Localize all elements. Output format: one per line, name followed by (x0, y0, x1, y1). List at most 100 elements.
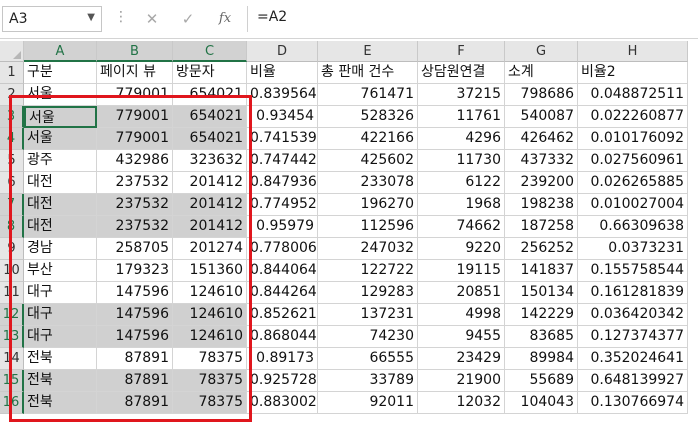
select-all-corner[interactable] (0, 41, 24, 62)
cell-e3[interactable]: 528326 (318, 106, 418, 128)
cell-h11[interactable]: 0.161281839 (578, 282, 688, 304)
cell-g6[interactable]: 239200 (505, 172, 578, 194)
cell-c15[interactable]: 78375 (173, 370, 247, 392)
row-header-1[interactable]: 1 (0, 62, 24, 84)
cell-e14[interactable]: 66555 (318, 348, 418, 370)
row-header-15[interactable]: 15 (0, 370, 24, 392)
header-cell-h[interactable]: 비율2 (578, 62, 688, 84)
cell-f6[interactable]: 6122 (418, 172, 505, 194)
cell-b16[interactable]: 87891 (97, 392, 173, 414)
cell-g14[interactable]: 89984 (505, 348, 578, 370)
row-header-8[interactable]: 8 (0, 216, 24, 238)
cell-d9[interactable]: 0.778006 (247, 238, 318, 260)
cell-b10[interactable]: 179323 (97, 260, 173, 282)
cell-g3[interactable]: 540087 (505, 106, 578, 128)
cell-d8[interactable]: 0.95979 (247, 216, 318, 238)
cell-a6[interactable]: 대전 (24, 172, 97, 194)
row-header-3[interactable]: 3 (0, 106, 24, 128)
cell-h10[interactable]: 0.155758544 (578, 260, 688, 282)
cell-c10[interactable]: 151360 (173, 260, 247, 282)
row-header-6[interactable]: 6 (0, 172, 24, 194)
cell-c14[interactable]: 78375 (173, 348, 247, 370)
cell-b9[interactable]: 258705 (97, 238, 173, 260)
cell-h2[interactable]: 0.048872511 (578, 84, 688, 106)
cell-d2[interactable]: 0.839564 (247, 84, 318, 106)
cell-h16[interactable]: 0.130766974 (578, 392, 688, 414)
cancel-icon[interactable]: ✕ (140, 7, 164, 31)
cell-b14[interactable]: 87891 (97, 348, 173, 370)
cell-g11[interactable]: 150134 (505, 282, 578, 304)
cell-b8[interactable]: 237532 (97, 216, 173, 238)
column-header-b[interactable]: B (97, 41, 173, 62)
cell-f15[interactable]: 21900 (418, 370, 505, 392)
cell-c9[interactable]: 201274 (173, 238, 247, 260)
cell-a5[interactable]: 광주 (24, 150, 97, 172)
cell-g9[interactable]: 256252 (505, 238, 578, 260)
cell-d6[interactable]: 0.847936 (247, 172, 318, 194)
cell-e2[interactable]: 761471 (318, 84, 418, 106)
cell-e4[interactable]: 422166 (318, 128, 418, 150)
row-header-7[interactable]: 7 (0, 194, 24, 216)
cell-e8[interactable]: 112596 (318, 216, 418, 238)
cell-f3[interactable]: 11761 (418, 106, 505, 128)
cell-g5[interactable]: 437332 (505, 150, 578, 172)
cell-h8[interactable]: 0.66309638 (578, 216, 688, 238)
cell-e9[interactable]: 247032 (318, 238, 418, 260)
cell-b15[interactable]: 87891 (97, 370, 173, 392)
header-cell-e[interactable]: 총 판매 건수 (318, 62, 418, 84)
header-cell-d[interactable]: 비율 (247, 62, 318, 84)
cell-e11[interactable]: 129283 (318, 282, 418, 304)
cell-c3[interactable]: 654021 (173, 106, 247, 128)
cell-b2[interactable]: 779001 (97, 84, 173, 106)
cell-c2[interactable]: 654021 (173, 84, 247, 106)
cell-e16[interactable]: 92011 (318, 392, 418, 414)
name-box[interactable]: A3 ▼ (2, 6, 102, 32)
header-cell-g[interactable]: 소계 (505, 62, 578, 84)
cell-c13[interactable]: 124610 (173, 326, 247, 348)
cell-d3[interactable]: 0.93454 (247, 106, 318, 128)
header-cell-a[interactable]: 구분 (24, 62, 97, 84)
cell-g2[interactable]: 798686 (505, 84, 578, 106)
cell-a2[interactable]: 서울 (24, 84, 97, 106)
cell-b4[interactable]: 779001 (97, 128, 173, 150)
cell-g10[interactable]: 141837 (505, 260, 578, 282)
formula-input[interactable]: =A2 (257, 9, 287, 25)
cell-g15[interactable]: 55689 (505, 370, 578, 392)
header-cell-b[interactable]: 페이지 뷰 (97, 62, 173, 84)
cell-g12[interactable]: 142229 (505, 304, 578, 326)
cell-a13[interactable]: 대구 (24, 326, 97, 348)
cell-d10[interactable]: 0.844064 (247, 260, 318, 282)
cell-a3[interactable]: 서울 (24, 106, 97, 128)
column-header-d[interactable]: D (247, 41, 318, 62)
header-cell-c[interactable]: 방문자 (173, 62, 247, 84)
cell-f11[interactable]: 20851 (418, 282, 505, 304)
cell-b11[interactable]: 147596 (97, 282, 173, 304)
cell-b6[interactable]: 237532 (97, 172, 173, 194)
cell-c12[interactable]: 124610 (173, 304, 247, 326)
cell-d11[interactable]: 0.844264 (247, 282, 318, 304)
column-header-a[interactable]: A (24, 41, 97, 62)
cell-b3[interactable]: 779001 (97, 106, 173, 128)
row-header-4[interactable]: 4 (0, 128, 24, 150)
cell-e15[interactable]: 33789 (318, 370, 418, 392)
cell-f14[interactable]: 23429 (418, 348, 505, 370)
cell-h4[interactable]: 0.010176092 (578, 128, 688, 150)
cell-g7[interactable]: 198238 (505, 194, 578, 216)
cell-d7[interactable]: 0.774952 (247, 194, 318, 216)
enter-icon[interactable]: ✓ (176, 7, 200, 31)
cell-a15[interactable]: 전북 (24, 370, 97, 392)
cell-f7[interactable]: 1968 (418, 194, 505, 216)
cell-h9[interactable]: 0.0373231 (578, 238, 688, 260)
cell-e6[interactable]: 233078 (318, 172, 418, 194)
cell-c4[interactable]: 654021 (173, 128, 247, 150)
cell-b12[interactable]: 147596 (97, 304, 173, 326)
column-header-h[interactable]: H (578, 41, 688, 62)
cell-a10[interactable]: 부산 (24, 260, 97, 282)
cell-g13[interactable]: 83685 (505, 326, 578, 348)
cell-d12[interactable]: 0.852621 (247, 304, 318, 326)
row-header-12[interactable]: 12 (0, 304, 24, 326)
cell-h12[interactable]: 0.036420342 (578, 304, 688, 326)
cell-e5[interactable]: 425602 (318, 150, 418, 172)
cell-e12[interactable]: 137231 (318, 304, 418, 326)
column-header-g[interactable]: G (505, 41, 578, 62)
